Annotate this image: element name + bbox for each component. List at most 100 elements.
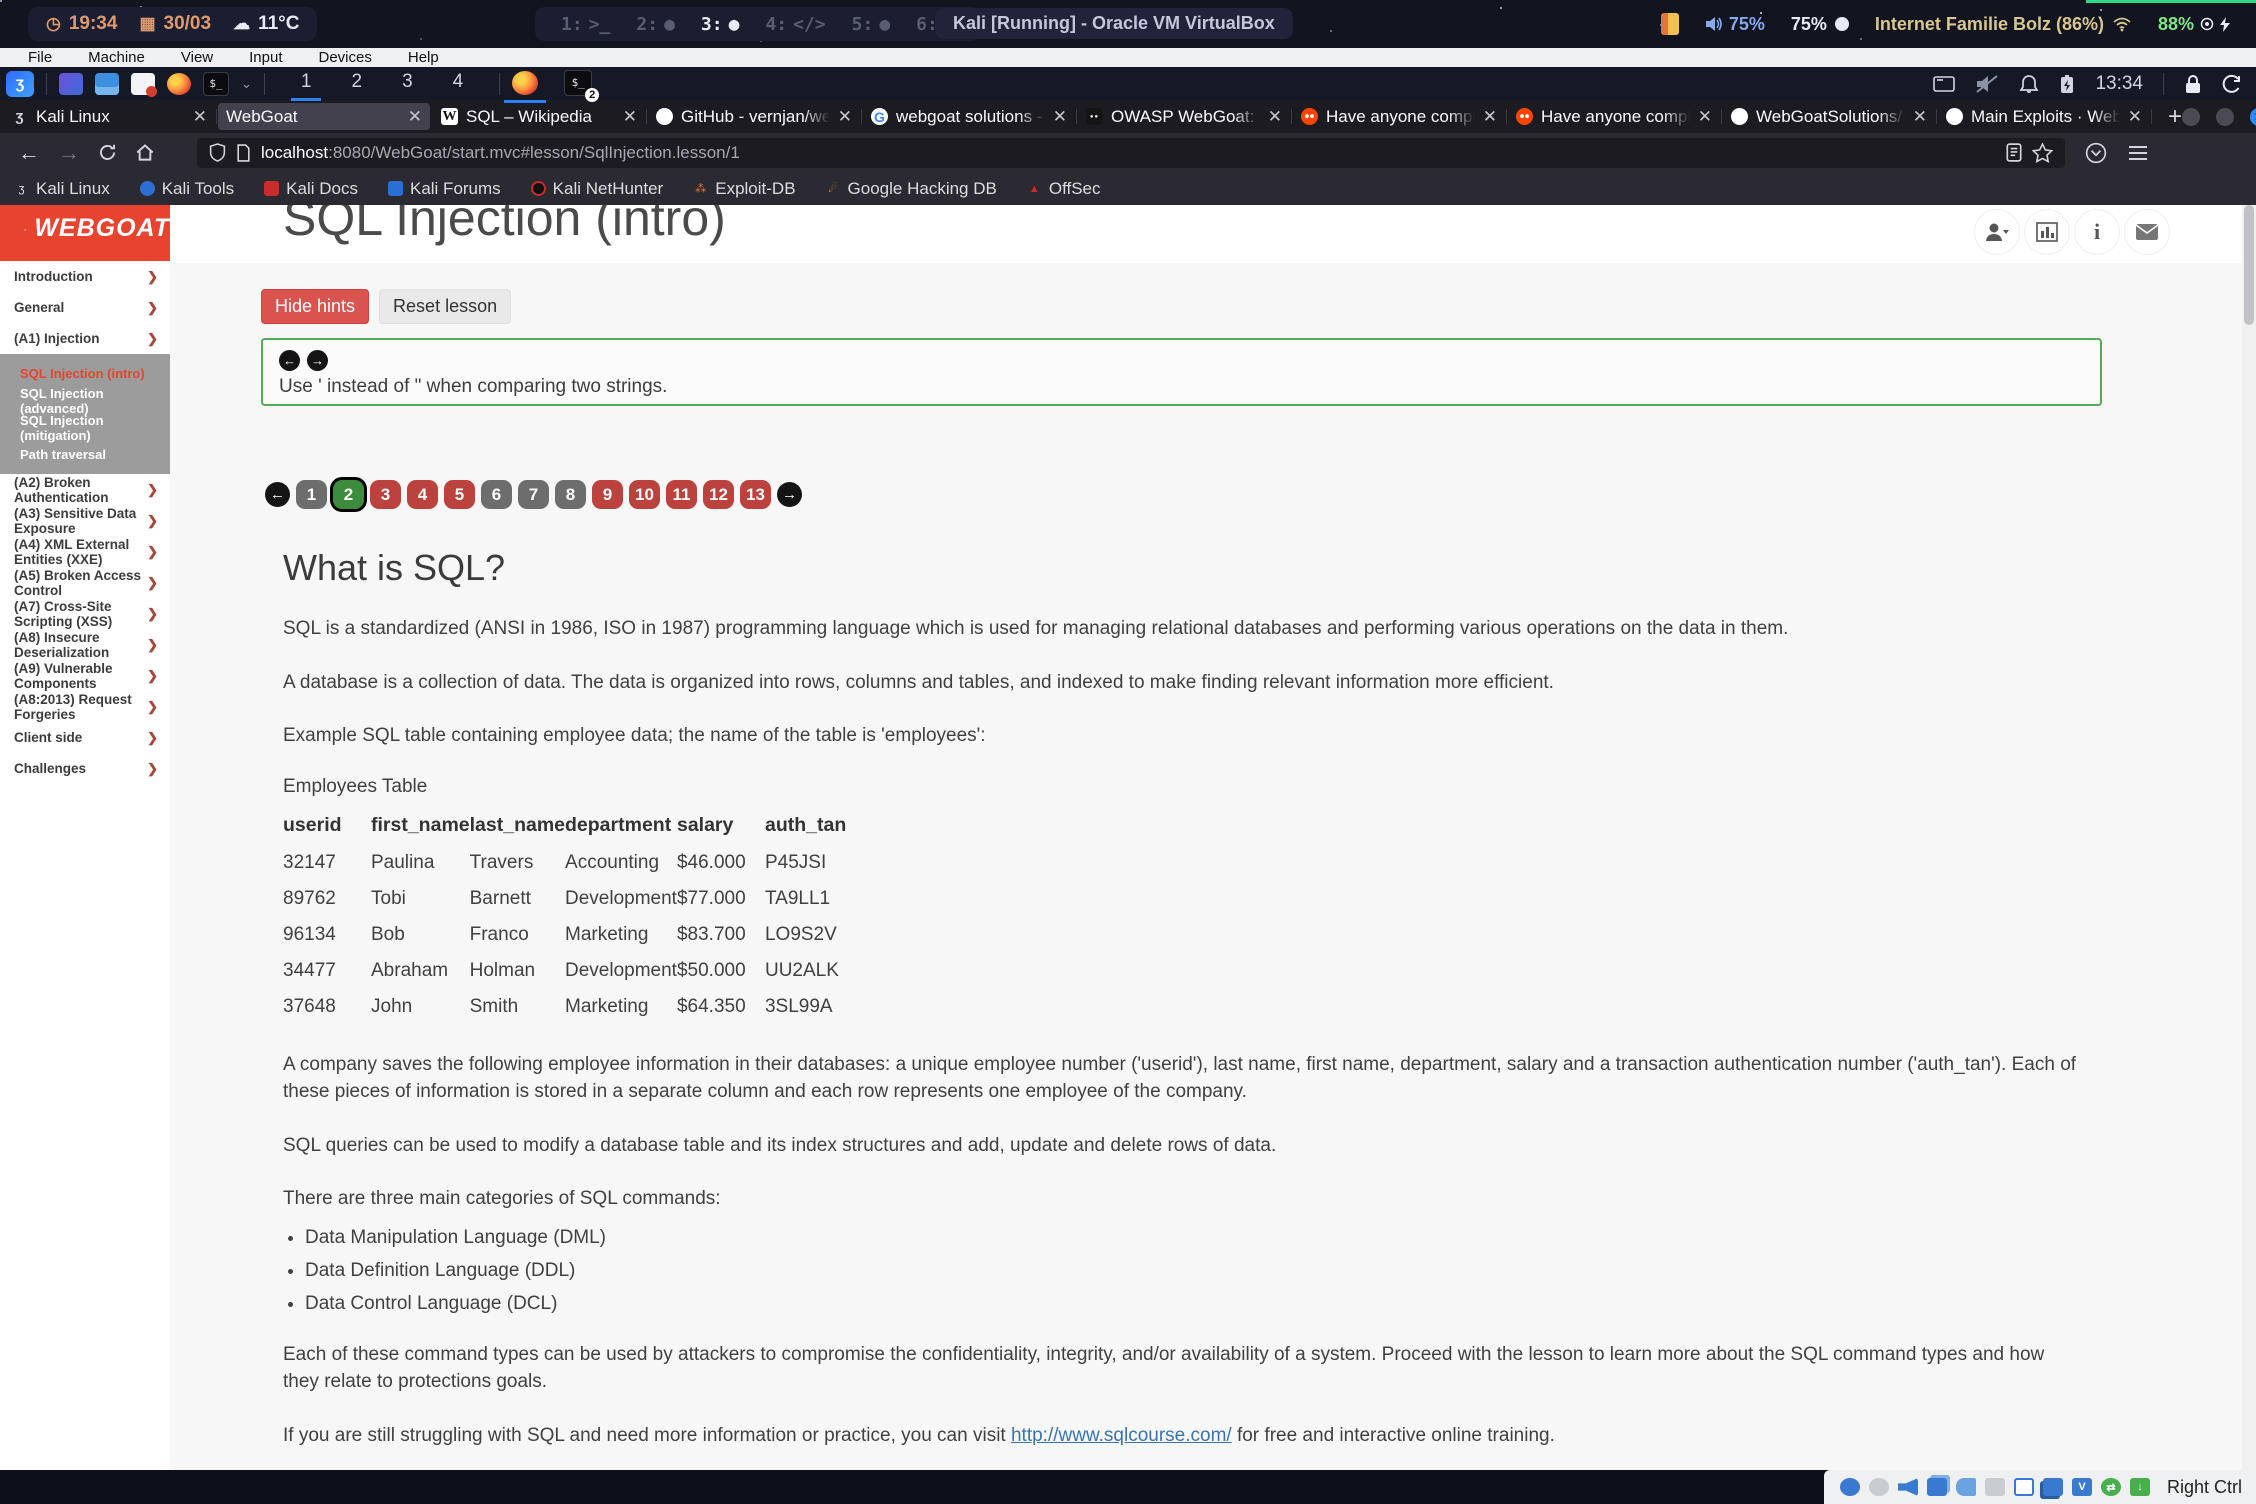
host-workspace-3[interactable]: 3:● — [701, 14, 740, 35]
vbox-network-icon[interactable] — [1927, 1478, 1947, 1496]
new-tab-button[interactable]: + — [2168, 103, 2182, 131]
screen-layout-icon[interactable] — [1933, 75, 1955, 93]
bookmark-kali-docs[interactable]: Kali Docs — [264, 179, 358, 199]
tab-close-icon[interactable]: ✕ — [1698, 108, 1712, 125]
launcher-editor-icon[interactable] — [131, 73, 155, 95]
vbox-harddisk-icon[interactable] — [1840, 1478, 1860, 1496]
vbox-seamless-icon[interactable] — [2043, 1478, 2063, 1496]
browser-tab-4[interactable]: GitHub - vernjan/webgo✕ — [648, 103, 860, 130]
browser-tab-9[interactable]: WebGoatSolutions/Sql✕ — [1723, 103, 1935, 130]
previous-page-icon[interactable]: ← — [265, 482, 290, 507]
bookmark-kali-linux[interactable]: ʒKali Linux — [14, 179, 110, 199]
lesson-page-11[interactable]: 11 — [666, 480, 697, 509]
tab-close-icon[interactable]: ✕ — [1268, 108, 1282, 125]
tab-close-icon[interactable]: ✕ — [2128, 108, 2142, 125]
lesson-page-13[interactable]: 13 — [740, 480, 771, 509]
launcher-files-icon[interactable] — [95, 73, 119, 95]
bookmark-offsec[interactable]: ▲OffSec — [1027, 179, 1101, 199]
launcher-konsole-icon[interactable]: $_ — [203, 72, 229, 96]
user-menu-button[interactable] — [1974, 209, 2020, 255]
lesson-page-4[interactable]: 4 — [407, 480, 438, 509]
vbox-audio-icon[interactable] — [1898, 1478, 1918, 1496]
bookmark-kali-nethunter[interactable]: Kali NetHunter — [531, 179, 664, 199]
back-icon[interactable]: ← — [18, 140, 40, 166]
sidebar-item--a5-broken-access-control[interactable]: (A5) Broken Access Control❯ — [0, 567, 170, 598]
theme-icon[interactable] — [1661, 13, 1679, 35]
tab-close-icon[interactable]: ✕ — [838, 108, 852, 125]
page-info-icon[interactable] — [236, 144, 251, 162]
sidebar-subitem-path-traversal[interactable]: Path traversal — [0, 441, 170, 468]
next-hint-icon[interactable]: → — [307, 350, 328, 371]
about-button[interactable]: i — [2074, 209, 2120, 255]
hide-hints-button[interactable]: Hide hints — [261, 289, 369, 324]
kali-workspace-4[interactable]: 4 — [445, 71, 472, 97]
lock-screen-icon[interactable] — [2184, 74, 2202, 94]
vbox-menu-devices[interactable]: Devices — [319, 49, 372, 66]
sidebar-item-challenges[interactable]: Challenges❯ — [0, 753, 170, 784]
lesson-page-9[interactable]: 9 — [592, 480, 623, 509]
menu-hamburger-icon[interactable] — [2129, 152, 2147, 154]
audio-muted-icon[interactable] — [1975, 74, 1999, 94]
vbox-cd-icon[interactable] — [1869, 1478, 1889, 1496]
lesson-page-5[interactable]: 5 — [444, 480, 475, 509]
lesson-page-1[interactable]: 1 — [296, 480, 327, 509]
minimize-button[interactable] — [2182, 108, 2200, 126]
lesson-page-10[interactable]: 10 — [629, 480, 660, 509]
launcher-firefox-icon[interactable] — [167, 73, 191, 95]
sidebar-item-client-side[interactable]: Client side❯ — [0, 722, 170, 753]
url-bar[interactable]: localhost:8080/WebGoat/start.mvc#lesson/… — [197, 138, 2065, 168]
kali-workspace-switcher[interactable]: 1234 — [293, 71, 471, 97]
vbox-display-icon[interactable] — [2014, 1478, 2034, 1496]
vbox-menu-help[interactable]: Help — [408, 49, 439, 66]
vbox-clipboard-icon[interactable]: ⇄ — [2101, 1478, 2121, 1496]
sidebar-subitem-sql-injection-intro-[interactable]: SQL Injection (intro) — [0, 360, 170, 387]
previous-hint-icon[interactable]: ← — [279, 350, 300, 371]
taskbar-konsole-window[interactable]: $_ 2 — [564, 70, 592, 98]
browser-tab-3[interactable]: WSQL – Wikipedia✕ — [433, 103, 645, 130]
host-workspace-4[interactable]: 4:</> — [765, 14, 825, 35]
kali-workspace-3[interactable]: 3 — [394, 71, 421, 97]
host-workspace-2[interactable]: 2:● — [636, 14, 675, 35]
sidebar-subitem-sql-injection-advanced-[interactable]: SQL Injection (advanced) — [0, 387, 170, 414]
maximize-button[interactable] — [2216, 108, 2234, 126]
browser-tab-2[interactable]: WebGoat✕ — [218, 103, 430, 130]
page-scrollbar[interactable] — [2242, 205, 2256, 1470]
reload-icon[interactable] — [98, 143, 117, 162]
host-workspace-1[interactable]: 1:>_ — [561, 14, 610, 35]
shield-icon[interactable] — [209, 143, 226, 162]
kali-workspace-1[interactable]: 1 — [293, 71, 320, 97]
contact-button[interactable] — [2124, 209, 2170, 255]
sidebar-item--a9-vulnerable-components[interactable]: (A9) Vulnerable Components❯ — [0, 660, 170, 691]
sqlcourse-link[interactable]: http://www.sqlcourse.com/ — [1011, 1425, 1232, 1446]
browser-tab-8[interactable]: Have anyone complete✕ — [1508, 103, 1720, 130]
scoreboard-button[interactable] — [2024, 209, 2070, 255]
sidebar-item-general[interactable]: General❯ — [0, 292, 170, 323]
vbox-menu-input[interactable]: Input — [249, 49, 282, 66]
browser-tab-1[interactable]: ʒKali Linux✕ — [3, 103, 215, 130]
next-page-icon[interactable]: → — [777, 482, 802, 507]
browser-tab-7[interactable]: Have anyone complete✕ — [1293, 103, 1505, 130]
kali-workspace-2[interactable]: 2 — [343, 71, 370, 97]
bookmark-google-hacking-db[interactable]: ☄Google Hacking DB — [826, 179, 997, 199]
host-workspace-5[interactable]: 5:● — [852, 14, 891, 35]
lesson-page-8[interactable]: 8 — [555, 480, 586, 509]
vbox-menu-machine[interactable]: Machine — [88, 49, 145, 66]
browser-tab-10[interactable]: Main Exploits · WebGoa✕ — [1938, 103, 2150, 130]
sidebar-subitem-sql-injection-mitigation-[interactable]: SQL Injection (mitigation) — [0, 414, 170, 441]
lesson-page-6[interactable]: 6 — [481, 480, 512, 509]
sidebar-item--a8-2013-request-forgeries[interactable]: (A8:2013) Request Forgeries❯ — [0, 691, 170, 722]
vbox-features-icon[interactable]: V — [2072, 1478, 2092, 1496]
host-workspace-switcher[interactable]: 1:>_2:●3:●4:</>5:●6:● — [535, 7, 981, 41]
tab-close-icon[interactable]: ✕ — [193, 108, 207, 125]
vbox-sharedfolder-icon[interactable] — [1985, 1478, 2005, 1496]
logout-icon[interactable] — [2222, 74, 2242, 94]
bookmark-exploit-db[interactable]: ⁂Exploit-DB — [693, 179, 795, 199]
browser-tab-5[interactable]: Gwebgoat solutions - Go✕ — [863, 103, 1075, 130]
tab-close-icon[interactable]: ✕ — [1483, 108, 1497, 125]
kali-menu-button[interactable]: ʒ — [6, 71, 34, 97]
sidebar-item--a1-injection[interactable]: (A1) Injection❯ — [0, 323, 170, 354]
lesson-page-12[interactable]: 12 — [703, 480, 734, 509]
pocket-icon[interactable] — [2085, 142, 2107, 164]
vbox-menu-file[interactable]: File — [28, 49, 52, 66]
lesson-page-2[interactable]: 2 — [333, 480, 364, 509]
